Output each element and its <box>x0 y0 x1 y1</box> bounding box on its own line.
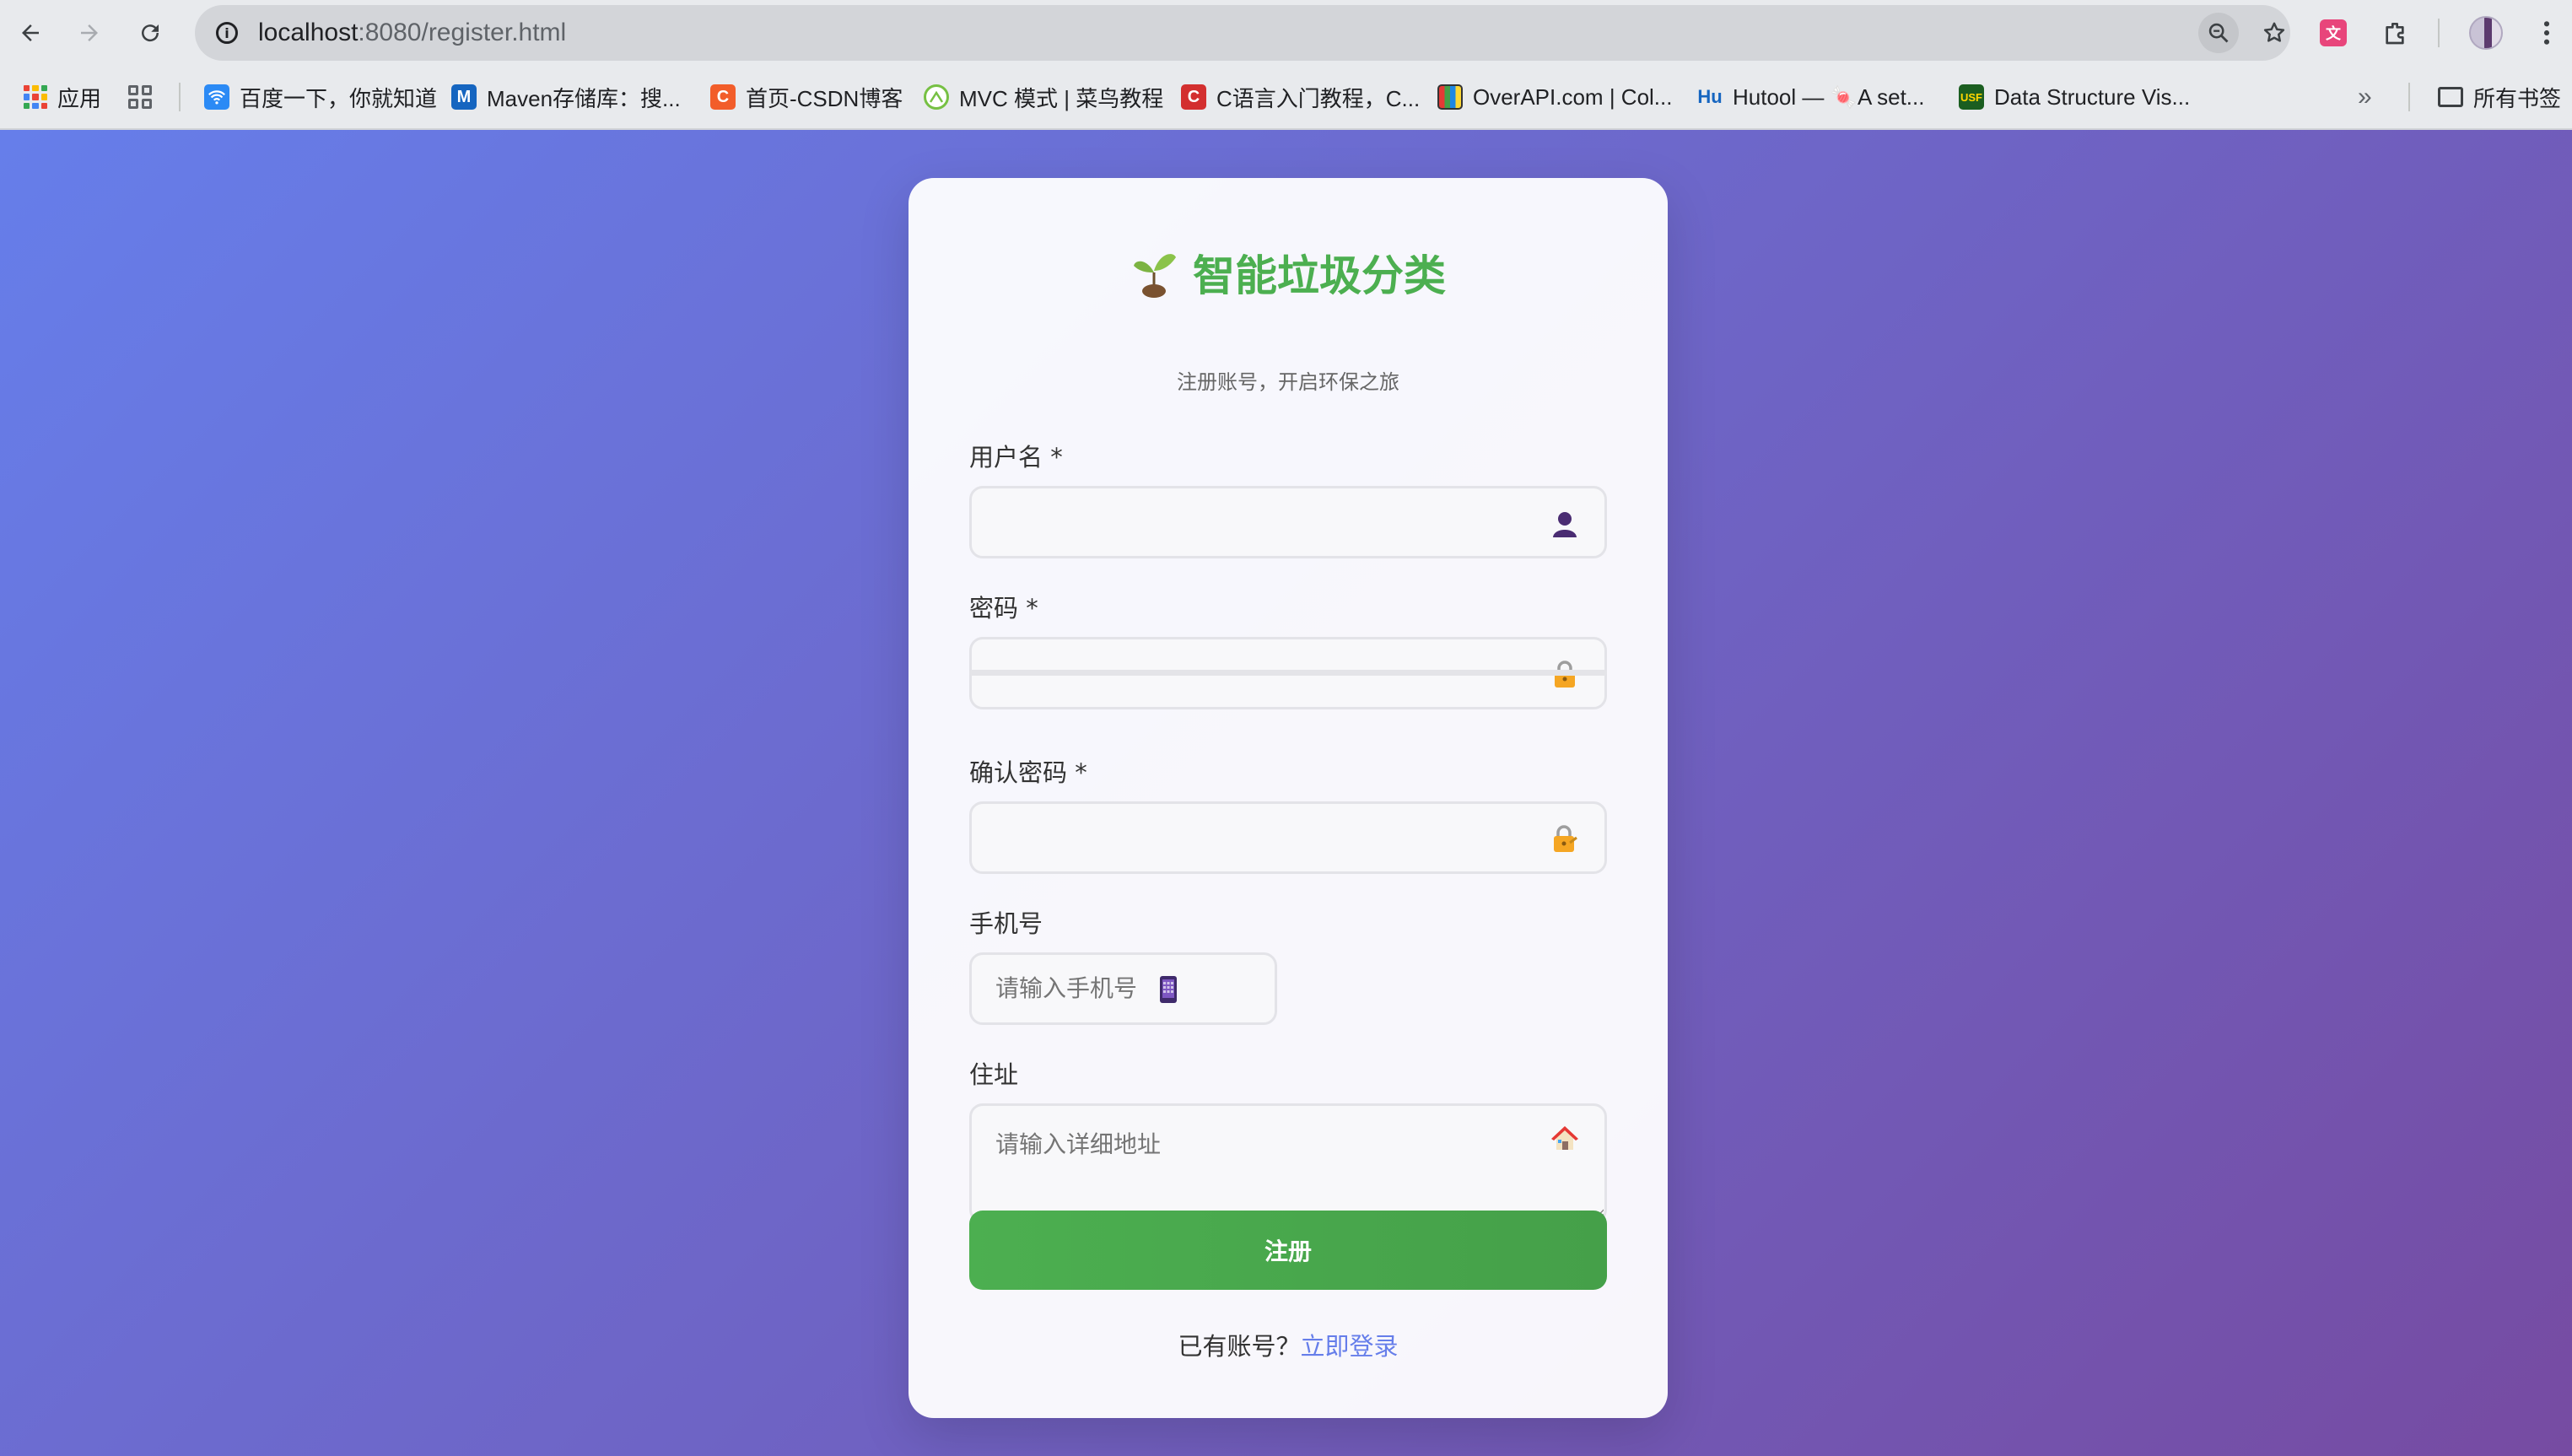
hutool-icon: Hu <box>1697 86 1723 107</box>
folder-icon <box>2438 87 2463 107</box>
tab-groups-icon <box>128 85 152 109</box>
phone-label: 手机号 <box>969 904 1043 940</box>
required-marker: * <box>1050 443 1063 472</box>
confirm-password-input[interactable] <box>969 801 1607 874</box>
bookmark-baidu[interactable]: 百度一下，你就知道 <box>204 66 437 128</box>
required-marker: * <box>1026 594 1038 623</box>
reload-icon <box>142 24 159 42</box>
profile-button[interactable] <box>2466 13 2506 53</box>
maven-icon: M <box>451 84 477 110</box>
bookmark-overapi[interactable]: OverAPI.com | Col... <box>1437 66 1672 128</box>
house-icon <box>1550 1123 1580 1153</box>
bookmark-hutool[interactable]: Hu Hutool — 🍬A set... <box>1697 66 1924 128</box>
back-button[interactable] <box>10 13 51 53</box>
info-icon: i <box>216 22 238 44</box>
star-icon <box>2263 22 2285 42</box>
reload-button[interactable] <box>130 13 170 53</box>
avatar <box>2469 16 2503 50</box>
translate-extension-button[interactable]: 文 <box>2313 13 2354 53</box>
phone-label-text: 手机号 <box>969 909 1043 938</box>
bookmark-label: 应用 <box>57 85 102 111</box>
zoom-icon <box>2208 23 2229 43</box>
bookmark-star-button[interactable] <box>2254 13 2294 53</box>
kebab-menu-icon <box>2543 21 2550 45</box>
register-button[interactable]: 注册 <box>969 1211 1607 1290</box>
bookmark-label: 首页-CSDN博客 <box>746 85 903 111</box>
usf-icon: USF <box>1959 84 1984 110</box>
register-card: 智能垃圾分类 注册账号，开启环保之旅 用户名 * 密码 * 确认密码 * 手机号… <box>909 178 1668 1418</box>
username-label: 用户名 * <box>969 438 1063 473</box>
address-textarea[interactable] <box>969 1103 1607 1223</box>
forward-arrow-icon <box>81 24 98 41</box>
address-label-text: 住址 <box>969 1060 1019 1089</box>
confirm-password-label: 确认密码 * <box>969 753 1087 789</box>
browser-toolbar: i localhost:8080/register.html 文 <box>0 0 2572 66</box>
password-label-text: 密码 <box>969 594 1019 623</box>
baidu-icon <box>204 84 229 110</box>
password-strength-bar <box>969 670 1607 676</box>
bookmark-label: Data Structure Vis... <box>1994 84 2191 110</box>
all-bookmarks-button[interactable]: 所有书签 <box>2438 66 2561 128</box>
all-bookmarks-label: 所有书签 <box>2473 85 2562 111</box>
bookmark-label: MVC 模式 | 菜鸟教程 <box>959 85 1164 111</box>
extensions-button[interactable] <box>2375 13 2415 53</box>
username-label-text: 用户名 <box>969 443 1043 472</box>
address-label: 住址 <box>969 1055 1018 1091</box>
bookmark-c-tutorial[interactable]: C C语言入门教程，C... <box>1181 66 1420 128</box>
page-background: 智能垃圾分类 注册账号，开启环保之旅 用户名 * 密码 * 确认密码 * 手机号… <box>0 130 2572 1456</box>
translate-icon: 文 <box>2320 19 2347 46</box>
runoob-icon <box>924 84 949 110</box>
url-host: localhost <box>258 19 359 46</box>
chevron-double-right-icon: » <box>2358 83 2372 111</box>
bookmark-label: 百度一下，你就知道 <box>240 85 438 111</box>
apps-grid-icon <box>24 85 47 109</box>
url-text: localhost:8080/register.html <box>258 5 566 61</box>
bookmark-apps[interactable]: 应用 <box>24 66 101 128</box>
forward-button[interactable] <box>69 13 110 53</box>
more-bookmarks-button[interactable]: » <box>2358 66 2372 128</box>
user-icon <box>1550 509 1580 539</box>
bookmarks-bar: 应用 百度一下，你就知道 M Maven存储库：搜... C 首页-CSDN博客… <box>0 66 2572 130</box>
page-title: 智能垃圾分类 <box>1193 251 1446 300</box>
login-prompt: 已有账号？立即登录 <box>909 1327 1668 1362</box>
c-tutorial-icon: C <box>1181 84 1206 110</box>
url-path: :8080/register.html <box>358 19 567 46</box>
bookmark-runoob[interactable]: MVC 模式 | 菜鸟教程 <box>924 66 1163 128</box>
toolbar-divider <box>2438 19 2440 47</box>
phone-input[interactable] <box>969 952 1277 1025</box>
sprout-icon <box>1134 254 1176 298</box>
bookmarks-divider <box>179 83 181 111</box>
back-arrow-icon <box>22 24 39 41</box>
bookmark-usf[interactable]: USF Data Structure Vis... <box>1959 66 2190 128</box>
brand-title: 智能垃圾分类 <box>909 242 1668 303</box>
overapi-icon <box>1437 84 1463 110</box>
address-bar[interactable]: i localhost:8080/register.html <box>195 5 2290 61</box>
csdn-icon: C <box>710 84 736 110</box>
confirm-password-label-text: 确认密码 <box>969 758 1068 787</box>
site-info-button[interactable]: i <box>207 13 247 53</box>
menu-button[interactable] <box>2526 13 2567 53</box>
bookmark-label: OverAPI.com | Col... <box>1473 84 1673 110</box>
username-input[interactable] <box>969 486 1607 558</box>
bookmark-csdn[interactable]: C 首页-CSDN博客 <box>710 66 903 128</box>
bookmark-label: Hutool — 🍬A set... <box>1733 84 1925 110</box>
login-link[interactable]: 立即登录 <box>1301 1332 1399 1361</box>
puzzle-icon <box>2386 23 2404 45</box>
required-marker: * <box>1075 758 1087 787</box>
lock-with-key-icon <box>1550 823 1580 854</box>
bookmarks-divider <box>2408 83 2410 111</box>
tab-groups-button[interactable] <box>128 66 152 128</box>
page-subtitle: 注册账号，开启环保之旅 <box>1177 370 1399 394</box>
bookmark-label: C语言入门教程，C... <box>1216 85 1421 111</box>
bookmark-label: Maven存储库：搜... <box>487 85 681 111</box>
login-prompt-text: 已有账号？ <box>1178 1332 1301 1361</box>
zoom-button[interactable] <box>2198 13 2239 53</box>
password-label: 密码 * <box>969 589 1038 624</box>
mobile-phone-icon <box>1153 974 1184 1005</box>
bookmark-maven[interactable]: M Maven存储库：搜... <box>451 66 681 128</box>
